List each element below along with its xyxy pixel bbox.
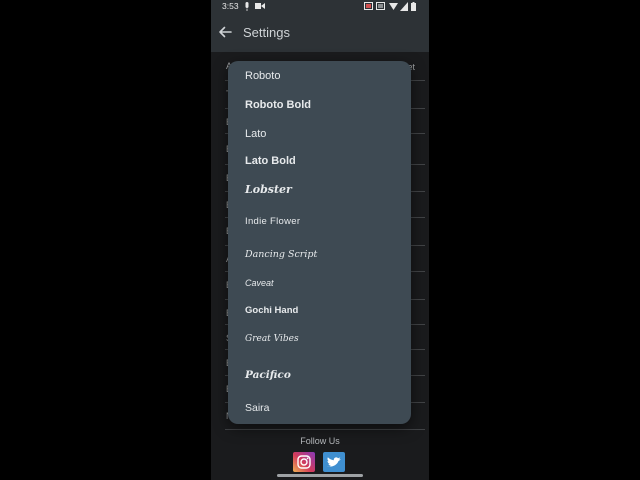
twitter-icon[interactable]: [323, 452, 345, 472]
vibrate-icon: [376, 2, 385, 10]
font-option-lobster[interactable]: Lobster: [245, 183, 292, 196]
font-option-pacifico[interactable]: Pacifico: [245, 369, 291, 381]
notification-icon: [364, 2, 373, 10]
font-option-roboto[interactable]: Roboto: [245, 70, 280, 82]
font-option-saira[interactable]: Saira: [245, 402, 270, 414]
wifi-icon: [389, 3, 398, 10]
font-option-caveat[interactable]: Caveat: [245, 278, 274, 288]
video-icon: [255, 3, 265, 9]
page-title: Settings: [243, 25, 290, 40]
instagram-icon[interactable]: [293, 452, 315, 472]
signal-icon: [400, 2, 408, 11]
font-option-great-vibes[interactable]: Great Vibes: [245, 334, 299, 344]
font-option-lato-bold[interactable]: Lato Bold: [245, 155, 296, 167]
battery-icon: [411, 2, 416, 11]
font-option-dancing-script[interactable]: Dancing Script: [245, 249, 317, 260]
status-bar: 3:53: [211, 0, 429, 14]
status-time: 3:53: [222, 1, 239, 11]
app-bar: Settings: [211, 14, 429, 52]
gesture-handle[interactable]: [277, 474, 363, 477]
arrow-back-icon[interactable]: [218, 25, 232, 39]
font-option-roboto-bold[interactable]: Roboto Bold: [245, 99, 311, 111]
follow-us-label: Follow Us: [300, 436, 340, 446]
font-dropdown-menu: Roboto Roboto Bold Lato Lato Bold Lobste…: [228, 61, 411, 424]
font-option-gochi-hand[interactable]: Gochi Hand: [245, 305, 298, 316]
mic-icon: [245, 2, 249, 11]
font-option-indie-flower[interactable]: Indie Flower: [245, 216, 300, 227]
font-option-lato[interactable]: Lato: [245, 128, 266, 140]
